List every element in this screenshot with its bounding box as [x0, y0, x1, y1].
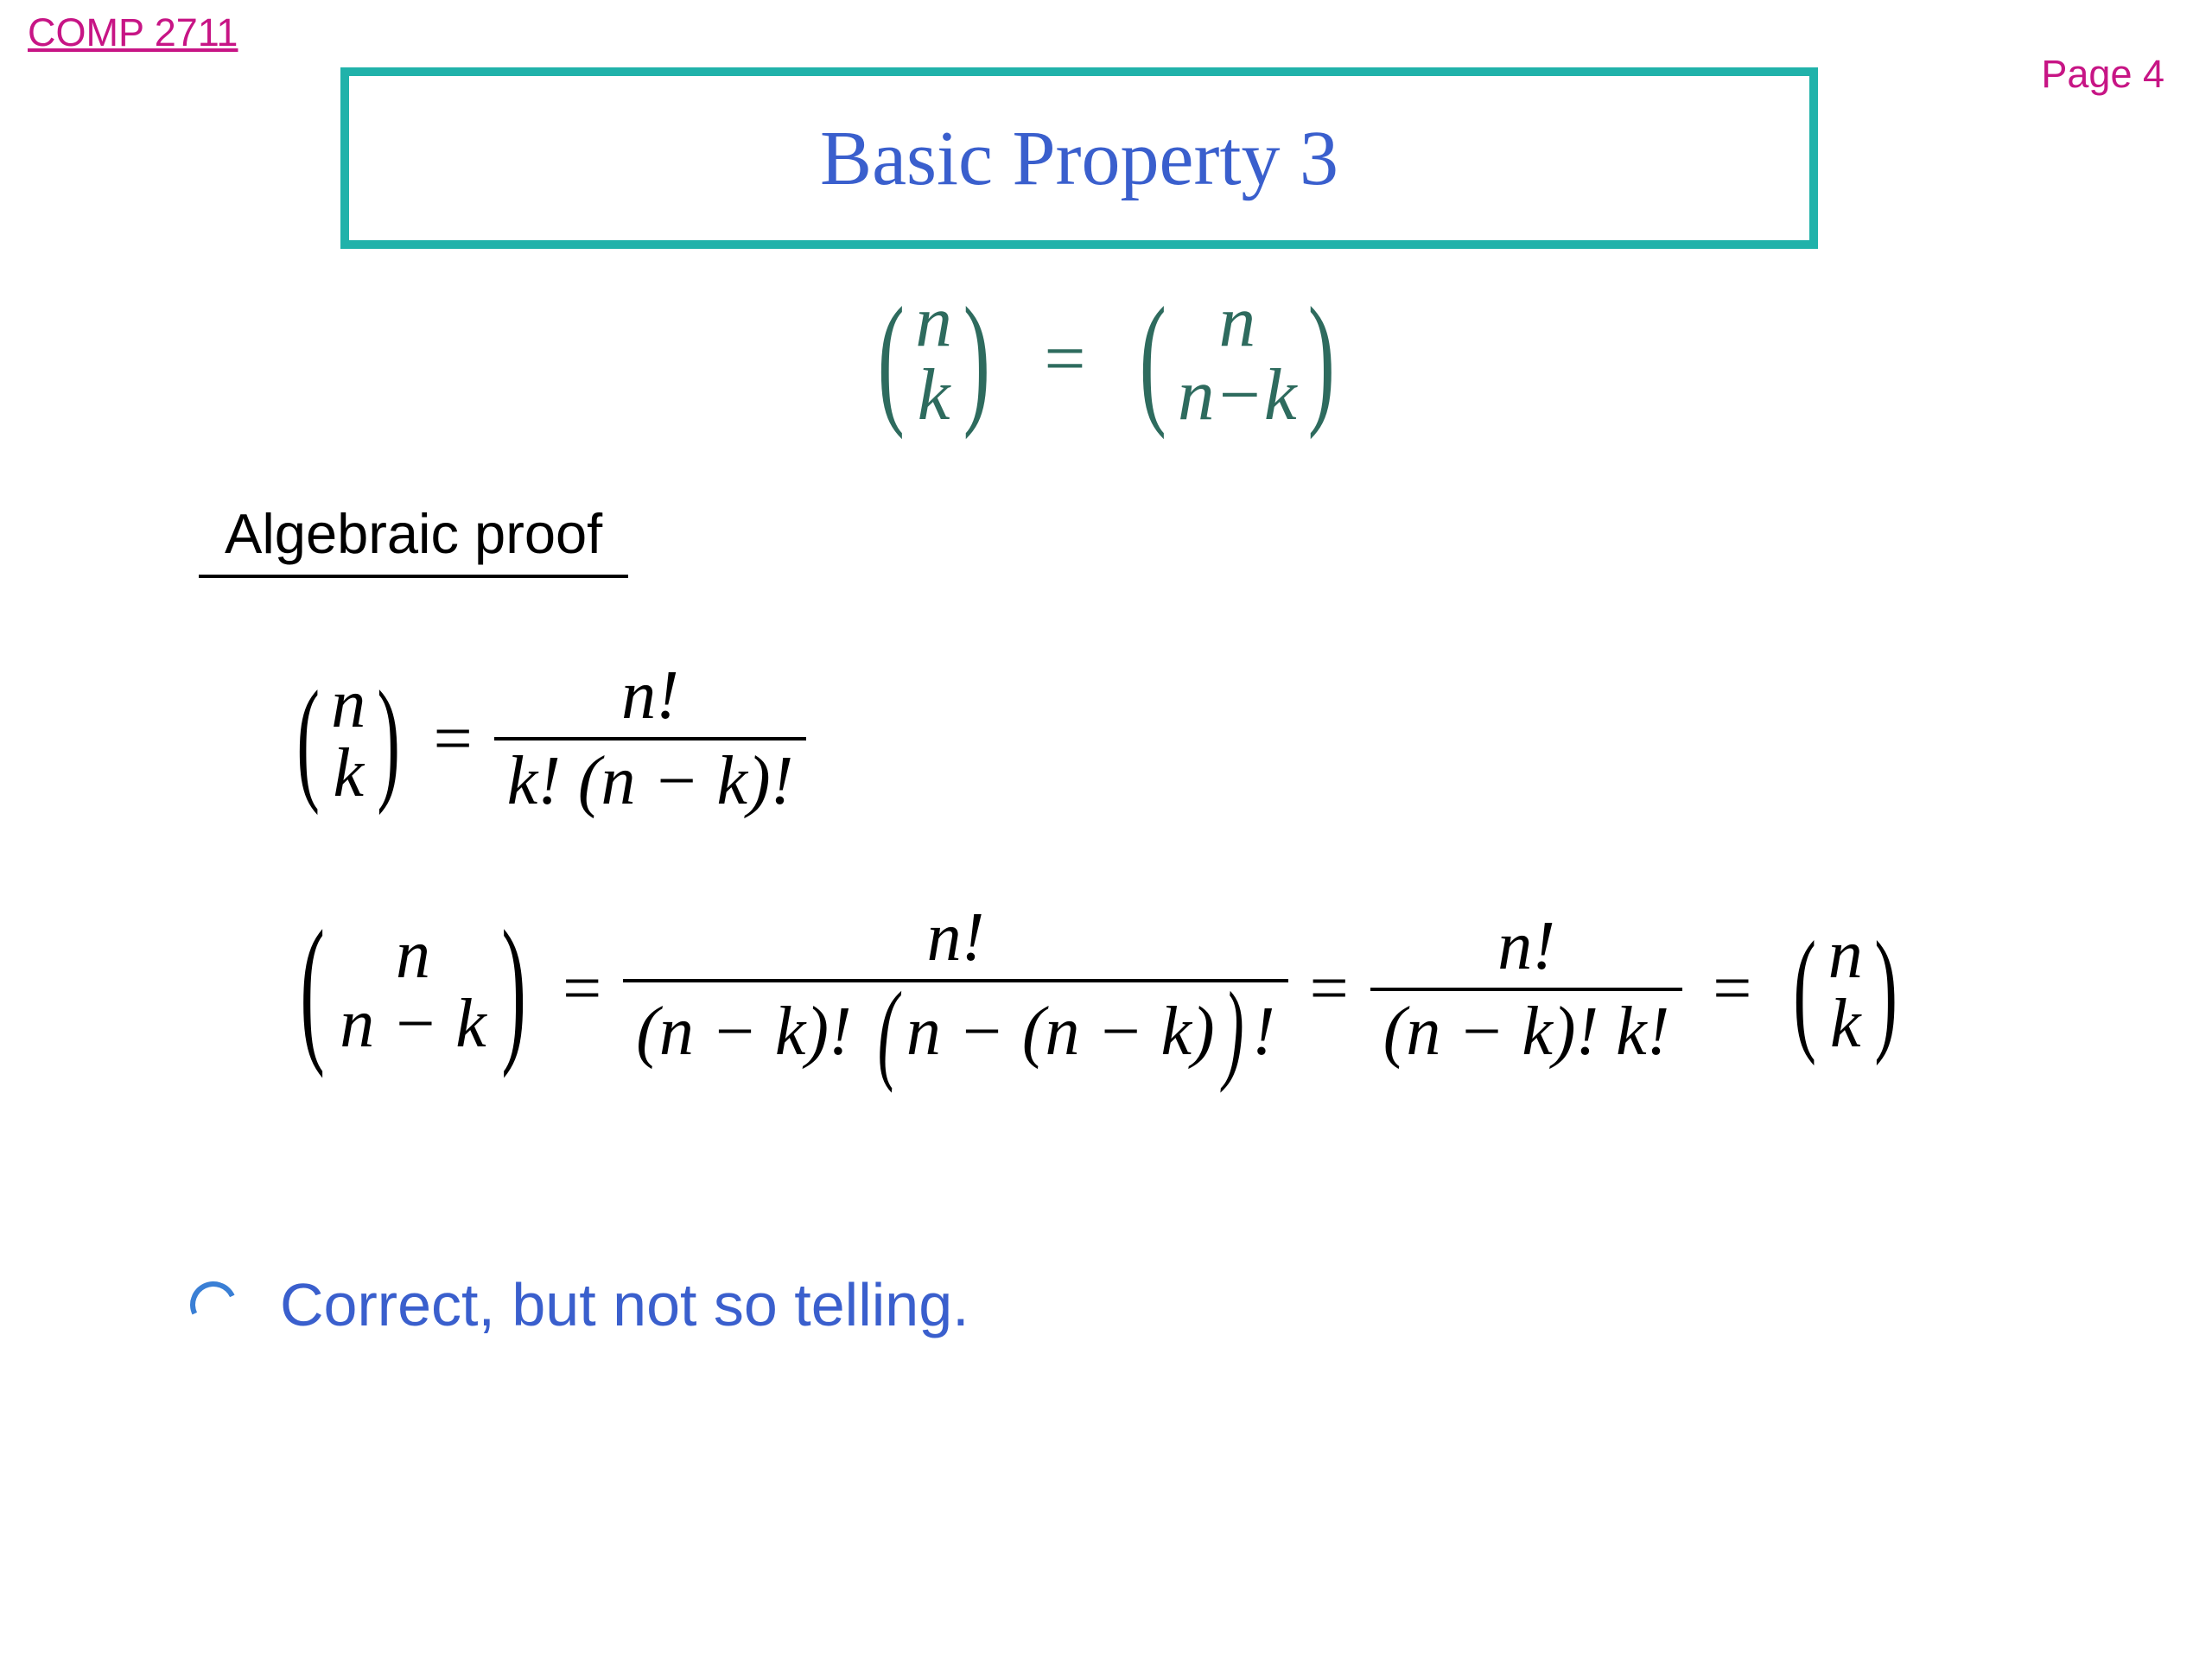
bullet-text: Correct, but not so telling.	[280, 1270, 969, 1339]
fraction-denominator: (n − k)! k!	[1370, 988, 1683, 1071]
paren-left-icon: (	[877, 984, 898, 1080]
binom-top: n	[396, 920, 430, 989]
paren-right-icon: )	[378, 687, 401, 791]
equals-sign: =	[1035, 316, 1094, 401]
binom-top: n	[1219, 285, 1256, 359]
binom-bottom: n−k	[1178, 359, 1297, 432]
binom-bottom: k	[1830, 989, 1861, 1058]
fraction-numerator: n!	[1484, 907, 1568, 988]
paren-right-icon: )	[501, 930, 525, 1048]
paren-right-icon: )	[1874, 938, 1897, 1041]
bullet-item: Correct, but not so telling.	[190, 1270, 969, 1339]
paren-right-icon: )	[1223, 984, 1243, 1080]
course-code-link[interactable]: COMP 2711	[28, 10, 238, 55]
page-number: Page 4	[2041, 52, 2164, 97]
equals-sign: =	[541, 950, 623, 1028]
equals-sign: =	[1682, 950, 1782, 1028]
binom-bottom: k	[918, 359, 950, 432]
bullet-icon	[183, 1274, 243, 1334]
proof-line-1: ( n k ) = n! k! (n − k)!	[285, 657, 806, 821]
paren-left-icon: (	[1794, 938, 1817, 1041]
section-heading: Algebraic proof	[199, 501, 628, 578]
fraction-numerator: n!	[914, 899, 998, 979]
equals-sign: =	[1288, 950, 1370, 1028]
fraction-numerator: n!	[608, 657, 692, 737]
proof-line-2: ( n n − k ) = n! (n − k)! ( n − (n − k) …	[285, 899, 1909, 1080]
equals-sign: =	[412, 700, 494, 779]
paren-right-icon: )	[1307, 300, 1334, 417]
title-box: Basic Property 3	[340, 67, 1818, 249]
paren-left-icon: (	[296, 687, 320, 791]
binom-top: n	[1828, 920, 1863, 989]
paren-left-icon: (	[1140, 300, 1166, 417]
binom-top: n	[331, 670, 365, 739]
binom-top: n	[915, 285, 952, 359]
slide-title: Basic Property 3	[820, 114, 1338, 203]
fraction-denominator: k! (n − k)!	[494, 737, 807, 821]
binom-bottom: n − k	[340, 989, 486, 1058]
paren-left-icon: (	[300, 930, 324, 1048]
main-equation: ( n k ) = ( n n−k )	[0, 285, 2212, 432]
binom-bottom: k	[334, 739, 365, 808]
paren-left-icon: (	[877, 300, 904, 417]
paren-right-icon: )	[963, 300, 990, 417]
